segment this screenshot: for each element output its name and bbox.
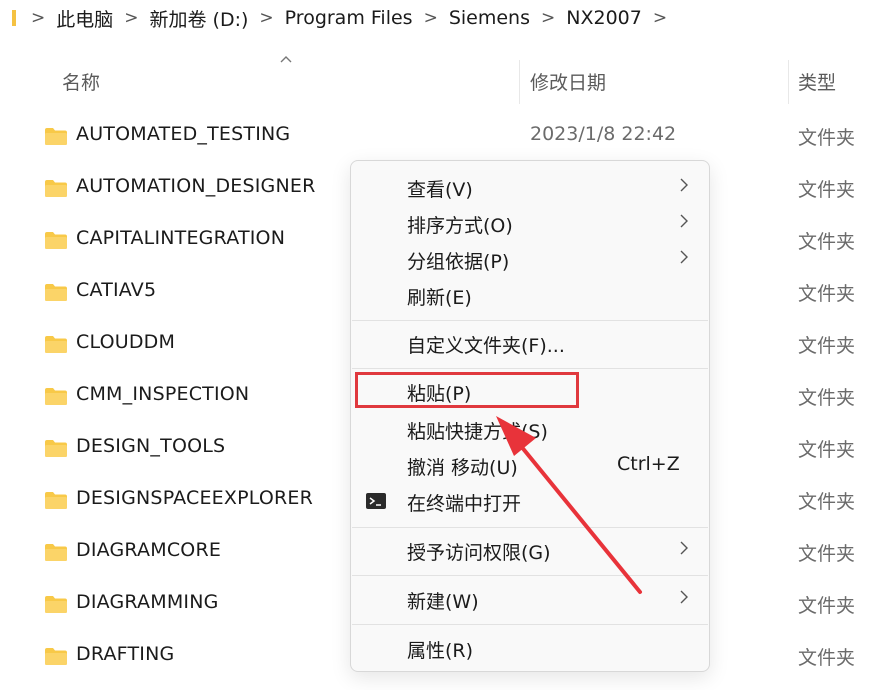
breadcrumb-nx2007[interactable]: NX2007	[566, 7, 642, 29]
chevron-right-icon	[680, 250, 688, 264]
sort-ascending-icon	[280, 56, 292, 63]
file-name[interactable]: DESIGN_TOOLS	[76, 435, 225, 457]
paste-highlight-box	[355, 372, 579, 408]
menu-item-grant-access[interactable]: 授予访问权限(G)	[351, 533, 709, 567]
file-name[interactable]: AUTOMATION_DESIGNER	[76, 175, 316, 197]
folder-icon	[12, 10, 16, 26]
menu-item-label: 新建(W)	[407, 591, 479, 613]
chevron-right-icon	[680, 214, 688, 228]
folder-icon	[45, 544, 67, 561]
chevron-right-icon[interactable]: >	[31, 8, 45, 28]
menu-item-label: 粘贴快捷方式(S)	[407, 421, 548, 443]
menu-item-view[interactable]: 查看(V)	[351, 170, 709, 204]
file-name[interactable]: DIAGRAMCORE	[76, 539, 221, 561]
column-header-type[interactable]: 类型	[798, 68, 836, 95]
file-type: 文件夹	[798, 439, 856, 461]
file-name[interactable]: DIAGRAMMING	[76, 591, 219, 613]
menu-separator	[352, 368, 708, 369]
file-type: 文件夹	[798, 127, 856, 149]
file-type: 文件夹	[798, 283, 856, 305]
file-name[interactable]: CLOUDDM	[76, 331, 175, 353]
terminal-icon	[366, 493, 386, 509]
folder-icon	[45, 492, 67, 509]
file-type: 文件夹	[798, 543, 856, 565]
menu-separator	[352, 575, 708, 576]
chevron-right-icon[interactable]: >	[541, 8, 555, 28]
chevron-right-icon[interactable]: >	[653, 8, 667, 28]
table-row[interactable]: AUTOMATED_TESTING 2023/1/8 22:42 文件夹	[0, 110, 882, 162]
menu-separator	[352, 320, 708, 321]
file-name[interactable]: CMM_INSPECTION	[76, 383, 249, 405]
folder-icon	[45, 180, 67, 197]
menu-item-label: 刷新(E)	[407, 287, 472, 309]
folder-icon	[45, 388, 67, 405]
breadcrumb-drive-d[interactable]: 新加卷 (D:)	[150, 5, 249, 32]
folder-icon	[45, 440, 67, 457]
menu-item-label: 排序方式(O)	[407, 215, 513, 237]
breadcrumb-this-pc[interactable]: 此电脑	[56, 5, 113, 32]
file-name[interactable]: DRAFTING	[76, 643, 174, 665]
folder-icon	[45, 284, 67, 301]
chevron-right-icon	[680, 178, 688, 192]
file-date: 2023/1/8 22:42	[530, 123, 677, 145]
menu-item-group-by[interactable]: 分组依据(P)	[351, 242, 709, 276]
address-bar[interactable]: > 此电脑 > 新加卷 (D:) > Program Files > Sieme…	[0, 0, 882, 38]
menu-item-label: 撤消 移动(U)	[407, 457, 518, 479]
column-header-date[interactable]: 修改日期	[530, 68, 606, 95]
menu-separator	[352, 624, 708, 625]
menu-item-open-terminal[interactable]: 在终端中打开	[351, 484, 709, 518]
file-name[interactable]: CAPITALINTEGRATION	[76, 227, 285, 249]
file-type: 文件夹	[798, 231, 856, 253]
menu-item-label: 自定义文件夹(F)...	[407, 335, 565, 357]
folder-icon	[45, 336, 67, 353]
folder-icon	[45, 232, 67, 249]
menu-item-refresh[interactable]: 刷新(E)	[351, 278, 709, 312]
folder-icon	[45, 128, 67, 145]
folder-icon	[45, 596, 67, 613]
menu-item-label: 查看(V)	[407, 179, 473, 201]
file-type: 文件夹	[798, 491, 856, 513]
breadcrumb-siemens[interactable]: Siemens	[449, 7, 530, 29]
menu-separator	[352, 527, 708, 528]
menu-item-paste-shortcut[interactable]: 粘贴快捷方式(S)	[351, 412, 709, 446]
menu-item-label: 在终端中打开	[407, 493, 522, 515]
file-name[interactable]: DESIGNSPACEEXPLORER	[76, 487, 313, 509]
file-type: 文件夹	[798, 387, 856, 409]
column-divider[interactable]	[519, 60, 520, 104]
column-header-name[interactable]: 名称	[62, 68, 100, 95]
chevron-right-icon[interactable]: >	[124, 8, 138, 28]
file-type: 文件夹	[798, 179, 856, 201]
menu-item-label: 属性(R)	[407, 640, 474, 662]
file-type: 文件夹	[798, 647, 856, 669]
file-type: 文件夹	[798, 335, 856, 357]
chevron-right-icon[interactable]: >	[424, 8, 438, 28]
chevron-right-icon[interactable]: >	[259, 8, 273, 28]
menu-item-sort-by[interactable]: 排序方式(O)	[351, 206, 709, 240]
folder-icon	[45, 648, 67, 665]
chevron-right-icon	[680, 590, 688, 604]
file-name[interactable]: CATIAV5	[76, 279, 156, 301]
menu-item-customize-folder[interactable]: 自定义文件夹(F)...	[351, 326, 709, 360]
context-menu: 查看(V) 排序方式(O) 分组依据(P) 刷新(E) 自定义文件夹(F)...…	[350, 160, 710, 672]
menu-item-properties[interactable]: 属性(R)	[351, 631, 709, 665]
menu-item-label: 分组依据(P)	[407, 251, 510, 273]
menu-item-undo-move[interactable]: 撤消 移动(U) Ctrl+Z	[351, 448, 709, 482]
column-divider[interactable]	[788, 60, 789, 104]
menu-item-shortcut: Ctrl+Z	[617, 453, 680, 475]
menu-item-new[interactable]: 新建(W)	[351, 582, 709, 616]
breadcrumb: > 此电脑 > 新加卷 (D:) > Program Files > Sieme…	[20, 4, 678, 32]
breadcrumb-program-files[interactable]: Program Files	[285, 7, 413, 29]
file-name[interactable]: AUTOMATED_TESTING	[76, 123, 290, 145]
chevron-right-icon	[680, 541, 688, 555]
menu-item-label: 授予访问权限(G)	[407, 542, 551, 564]
file-type: 文件夹	[798, 595, 856, 617]
